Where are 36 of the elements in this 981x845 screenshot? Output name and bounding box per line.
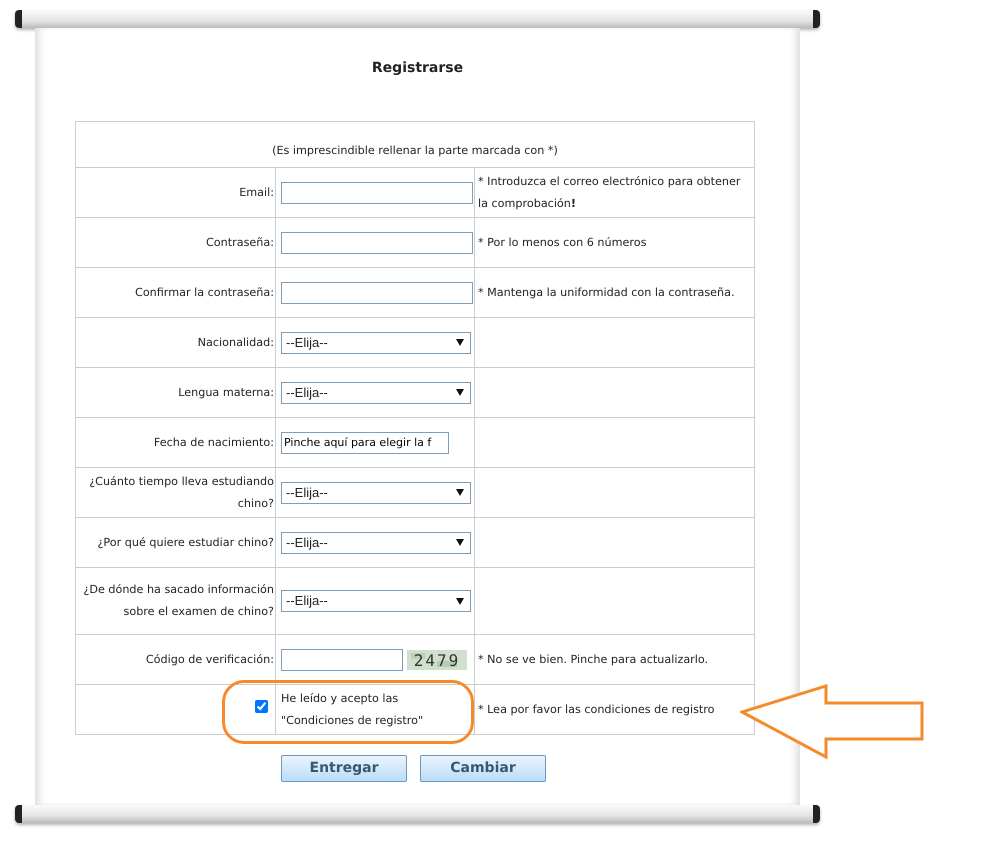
caret-icon [456, 389, 464, 396]
hint-text: * Introduzca el correo electrónico para obtener la comprobación! [478, 174, 740, 210]
field-label: ¿Cuánto tiempo lleva estudiando chino? [89, 474, 274, 510]
hint-text: * Lea por favor las condiciones de registro [478, 702, 715, 716]
form-button[interactable]: Entregar [281, 755, 407, 782]
field-label: Lengua materna: [178, 386, 274, 398]
caret-icon [456, 489, 464, 496]
field-label: Nacionalidad: [198, 336, 274, 348]
required-note: (Es imprescindible rellenar la parte marcada con *) [272, 144, 558, 156]
select-field[interactable]: --Elija-- [281, 532, 471, 554]
text-field[interactable] [281, 232, 473, 254]
select-field[interactable]: --Elija-- [281, 482, 471, 504]
select-field[interactable]: --Elija-- [281, 590, 471, 612]
text-field[interactable] [281, 182, 473, 204]
date-field[interactable]: Pinche aquí para elegir la f [281, 432, 449, 454]
form-button[interactable]: Cambiar [420, 755, 546, 782]
caret-icon [456, 339, 464, 346]
field-label: ¿Por qué quiere estudiar chino? [97, 536, 274, 548]
select-field[interactable]: --Elija-- [281, 382, 471, 404]
captcha-image[interactable]: 2479 [407, 650, 467, 670]
hint-text: * Mantenga la uniformidad con la contraseña. [478, 286, 735, 298]
field-label: ¿De dónde ha sacado información sobre el examen de chino? [83, 583, 274, 618]
select-field[interactable]: --Elija-- [281, 332, 471, 354]
caret-icon [456, 598, 464, 604]
field-label: Fecha de nacimiento: [154, 436, 274, 448]
page-title: Registrarse [370, 59, 464, 78]
field-label: Contraseña: [206, 236, 274, 248]
terms-checkbox[interactable] [255, 700, 268, 712]
captcha-field[interactable] [281, 648, 403, 670]
hint-text: * No se ve bien. Pinche para actualizarlo. [478, 652, 708, 666]
hint-text: * Por lo menos con 6 números [478, 236, 646, 248]
caret-icon [456, 539, 464, 546]
text-field[interactable] [281, 282, 473, 304]
field-label: Código de verificación: [146, 652, 274, 666]
field-label: Confirmar la contraseña: [135, 286, 274, 298]
field-label: Email: [239, 186, 274, 198]
